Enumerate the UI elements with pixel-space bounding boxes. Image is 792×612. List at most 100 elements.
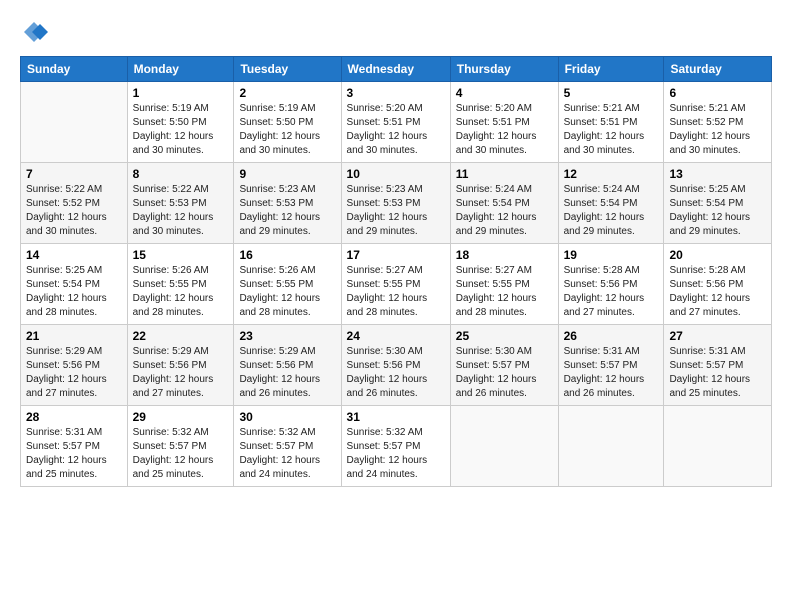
day-cell: 24 Sunrise: 5:30 AM Sunset: 5:56 PM Dayli… (341, 325, 450, 406)
day-info: Sunrise: 5:25 AM Sunset: 5:54 PM Dayligh… (669, 183, 766, 239)
col-header-saturday: Saturday (664, 57, 772, 82)
week-row-4: 28 Sunrise: 5:31 AM Sunset: 5:57 PM Dayli… (21, 406, 772, 487)
day-number: 30 (239, 410, 335, 424)
day-info: Sunrise: 5:29 AM Sunset: 5:56 PM Dayligh… (133, 345, 229, 401)
day-number: 6 (669, 86, 766, 100)
calendar-table: SundayMondayTuesdayWednesdayThursdayFrid… (20, 56, 772, 487)
day-number: 21 (26, 329, 122, 343)
day-info: Sunrise: 5:28 AM Sunset: 5:56 PM Dayligh… (564, 264, 659, 320)
day-cell (450, 406, 558, 487)
day-cell: 2 Sunrise: 5:19 AM Sunset: 5:50 PM Daylig… (234, 82, 341, 163)
day-info: Sunrise: 5:31 AM Sunset: 5:57 PM Dayligh… (564, 345, 659, 401)
col-header-thursday: Thursday (450, 57, 558, 82)
day-info: Sunrise: 5:32 AM Sunset: 5:57 PM Dayligh… (347, 426, 445, 482)
day-cell: 17Sunrise: 5:27 AM Sunset: 5:55 PM Dayli… (341, 244, 450, 325)
day-number: 12 (564, 167, 659, 181)
day-cell: 14 Sunrise: 5:25 AM Sunset: 5:54 PM Dayli… (21, 244, 128, 325)
day-info: Sunrise: 5:23 AM Sunset: 5:53 PM Dayligh… (239, 183, 335, 239)
day-number: 15 (133, 248, 229, 262)
week-row-2: 14 Sunrise: 5:25 AM Sunset: 5:54 PM Dayli… (21, 244, 772, 325)
day-info: Sunrise: 5:22 AM Sunset: 5:53 PM Dayligh… (133, 183, 229, 239)
day-info: Sunrise: 5:20 AM Sunset: 5:51 PM Dayligh… (456, 102, 553, 158)
day-cell (664, 406, 772, 487)
day-cell (558, 406, 664, 487)
day-info: Sunrise: 5:26 AM Sunset: 5:55 PM Dayligh… (133, 264, 229, 320)
week-row-1: 7 Sunrise: 5:22 AM Sunset: 5:52 PM Daylig… (21, 163, 772, 244)
day-cell: 5 Sunrise: 5:21 AM Sunset: 5:51 PM Daylig… (558, 82, 664, 163)
day-cell: 6 Sunrise: 5:21 AM Sunset: 5:52 PM Daylig… (664, 82, 772, 163)
day-cell: 22 Sunrise: 5:29 AM Sunset: 5:56 PM Dayli… (127, 325, 234, 406)
day-number: 3 (347, 86, 445, 100)
day-cell: 18 Sunrise: 5:27 AM Sunset: 5:55 PM Dayli… (450, 244, 558, 325)
day-cell: 10 Sunrise: 5:23 AM Sunset: 5:53 PM Dayli… (341, 163, 450, 244)
day-cell: 16 Sunrise: 5:26 AM Sunset: 5:55 PM Dayli… (234, 244, 341, 325)
day-info: Sunrise: 5:21 AM Sunset: 5:51 PM Dayligh… (564, 102, 659, 158)
day-cell: 30 Sunrise: 5:32 AM Sunset: 5:57 PM Dayli… (234, 406, 341, 487)
day-number: 27 (669, 329, 766, 343)
col-header-tuesday: Tuesday (234, 57, 341, 82)
day-info: Sunrise: 5:29 AM Sunset: 5:56 PM Dayligh… (239, 345, 335, 401)
day-cell: 21 Sunrise: 5:29 AM Sunset: 5:56 PM Dayli… (21, 325, 128, 406)
header-row: SundayMondayTuesdayWednesdayThursdayFrid… (21, 57, 772, 82)
day-info: Sunrise: 5:28 AM Sunset: 5:56 PM Dayligh… (669, 264, 766, 320)
day-info: Sunrise: 5:24 AM Sunset: 5:54 PM Dayligh… (456, 183, 553, 239)
day-cell: 1 Sunrise: 5:19 AM Sunset: 5:50 PM Daylig… (127, 82, 234, 163)
day-cell (21, 82, 128, 163)
day-number: 9 (239, 167, 335, 181)
day-info: Sunrise: 5:19 AM Sunset: 5:50 PM Dayligh… (133, 102, 229, 158)
day-cell: 13 Sunrise: 5:25 AM Sunset: 5:54 PM Dayli… (664, 163, 772, 244)
day-info: Sunrise: 5:22 AM Sunset: 5:52 PM Dayligh… (26, 183, 122, 239)
day-number: 18 (456, 248, 553, 262)
day-cell: 28 Sunrise: 5:31 AM Sunset: 5:57 PM Dayli… (21, 406, 128, 487)
day-cell: 20 Sunrise: 5:28 AM Sunset: 5:56 PM Dayli… (664, 244, 772, 325)
day-number: 19 (564, 248, 659, 262)
day-cell: 23Sunrise: 5:29 AM Sunset: 5:56 PM Dayli… (234, 325, 341, 406)
day-cell: 19 Sunrise: 5:28 AM Sunset: 5:56 PM Dayli… (558, 244, 664, 325)
logo-icon (20, 18, 48, 46)
day-number: 8 (133, 167, 229, 181)
day-info: Sunrise: 5:19 AM Sunset: 5:50 PM Dayligh… (239, 102, 335, 158)
day-number: 14 (26, 248, 122, 262)
day-number: 7 (26, 167, 122, 181)
day-info: Sunrise: 5:32 AM Sunset: 5:57 PM Dayligh… (133, 426, 229, 482)
day-number: 22 (133, 329, 229, 343)
day-cell: 29Sunrise: 5:32 AM Sunset: 5:57 PM Dayli… (127, 406, 234, 487)
day-number: 5 (564, 86, 659, 100)
day-info: Sunrise: 5:25 AM Sunset: 5:54 PM Dayligh… (26, 264, 122, 320)
day-number: 10 (347, 167, 445, 181)
day-info: Sunrise: 5:21 AM Sunset: 5:52 PM Dayligh… (669, 102, 766, 158)
day-number: 13 (669, 167, 766, 181)
day-number: 2 (239, 86, 335, 100)
day-info: Sunrise: 5:30 AM Sunset: 5:56 PM Dayligh… (347, 345, 445, 401)
day-number: 24 (347, 329, 445, 343)
day-number: 25 (456, 329, 553, 343)
day-number: 26 (564, 329, 659, 343)
day-info: Sunrise: 5:29 AM Sunset: 5:56 PM Dayligh… (26, 345, 122, 401)
day-number: 16 (239, 248, 335, 262)
day-info: Sunrise: 5:32 AM Sunset: 5:57 PM Dayligh… (239, 426, 335, 482)
day-cell: 15 Sunrise: 5:26 AM Sunset: 5:55 PM Dayli… (127, 244, 234, 325)
week-row-0: 1 Sunrise: 5:19 AM Sunset: 5:50 PM Daylig… (21, 82, 772, 163)
day-number: 1 (133, 86, 229, 100)
day-info: Sunrise: 5:24 AM Sunset: 5:54 PM Dayligh… (564, 183, 659, 239)
day-cell: 4Sunrise: 5:20 AM Sunset: 5:51 PM Daylig… (450, 82, 558, 163)
day-info: Sunrise: 5:23 AM Sunset: 5:53 PM Dayligh… (347, 183, 445, 239)
day-info: Sunrise: 5:27 AM Sunset: 5:55 PM Dayligh… (347, 264, 445, 320)
day-info: Sunrise: 5:31 AM Sunset: 5:57 PM Dayligh… (669, 345, 766, 401)
day-info: Sunrise: 5:31 AM Sunset: 5:57 PM Dayligh… (26, 426, 122, 482)
day-cell: 27 Sunrise: 5:31 AM Sunset: 5:57 PM Dayli… (664, 325, 772, 406)
day-number: 11 (456, 167, 553, 181)
day-cell: 26 Sunrise: 5:31 AM Sunset: 5:57 PM Dayli… (558, 325, 664, 406)
col-header-sunday: Sunday (21, 57, 128, 82)
day-number: 28 (26, 410, 122, 424)
page-container: SundayMondayTuesdayWednesdayThursdayFrid… (0, 0, 792, 497)
day-info: Sunrise: 5:27 AM Sunset: 5:55 PM Dayligh… (456, 264, 553, 320)
day-info: Sunrise: 5:26 AM Sunset: 5:55 PM Dayligh… (239, 264, 335, 320)
week-row-3: 21 Sunrise: 5:29 AM Sunset: 5:56 PM Dayli… (21, 325, 772, 406)
day-number: 20 (669, 248, 766, 262)
logo (20, 18, 50, 46)
day-cell: 11 Sunrise: 5:24 AM Sunset: 5:54 PM Dayli… (450, 163, 558, 244)
day-cell: 7 Sunrise: 5:22 AM Sunset: 5:52 PM Daylig… (21, 163, 128, 244)
day-cell: 9 Sunrise: 5:23 AM Sunset: 5:53 PM Daylig… (234, 163, 341, 244)
col-header-friday: Friday (558, 57, 664, 82)
